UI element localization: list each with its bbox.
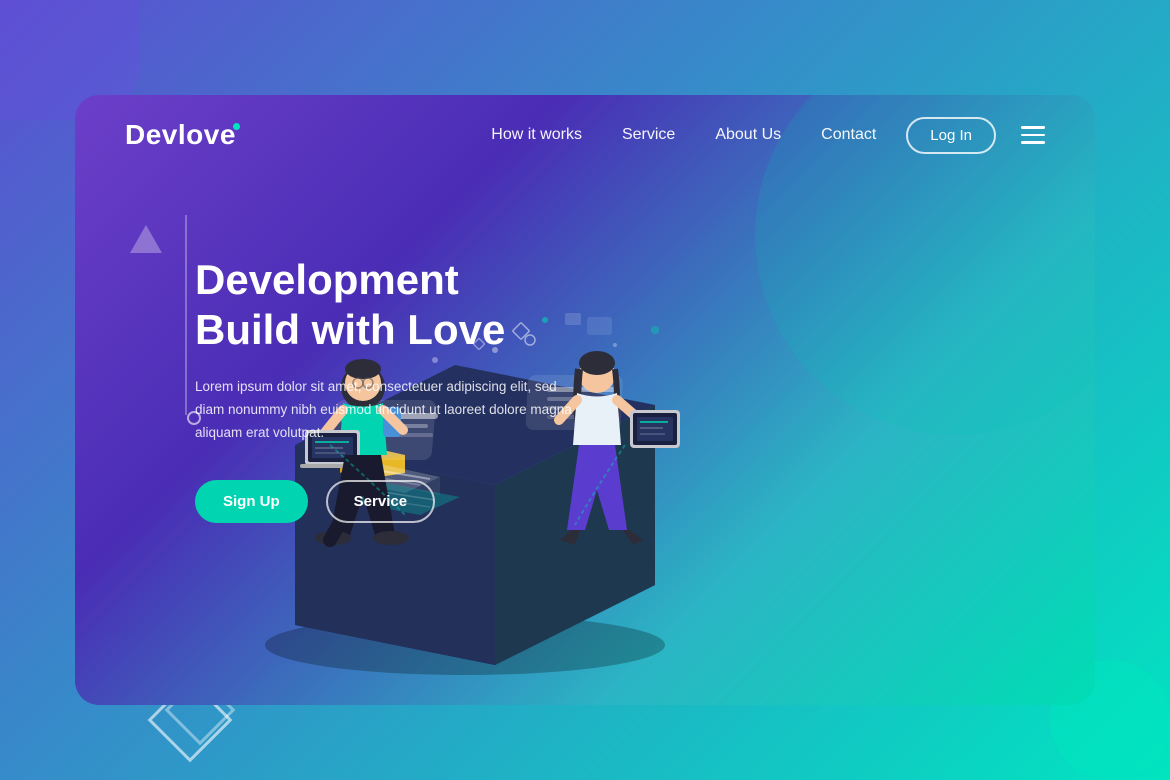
hamburger-menu[interactable] bbox=[1021, 126, 1045, 144]
hero-section: Development Build with Love Lorem ipsum … bbox=[125, 175, 1095, 705]
service-button[interactable]: Service bbox=[326, 480, 435, 523]
hero-title-line1: Development bbox=[195, 256, 459, 303]
logo-dot bbox=[233, 123, 240, 130]
login-button[interactable]: Log In bbox=[906, 117, 996, 154]
hero-description: Lorem ipsum dolor sit amet, consectetuer… bbox=[195, 376, 575, 445]
hero-buttons: Sign Up Service bbox=[195, 480, 575, 523]
nav-item-service[interactable]: Service bbox=[622, 126, 675, 144]
navbar: Devlove How it works Service About Us Co… bbox=[75, 95, 1095, 175]
menu-line-2 bbox=[1021, 134, 1045, 137]
nav-link-about-us[interactable]: About Us bbox=[715, 126, 781, 143]
nav-item-about-us[interactable]: About Us bbox=[715, 126, 781, 144]
hero-line-dot bbox=[187, 411, 201, 425]
signup-button[interactable]: Sign Up bbox=[195, 480, 308, 523]
logo[interactable]: Devlove bbox=[125, 119, 236, 151]
main-card: Devlove How it works Service About Us Co… bbox=[75, 95, 1095, 705]
logo-text: Devlove bbox=[125, 119, 236, 150]
hero-title: Development Build with Love bbox=[195, 255, 575, 356]
nav-item-contact[interactable]: Contact bbox=[821, 126, 876, 144]
menu-line-3 bbox=[1021, 141, 1045, 144]
nav-link-service[interactable]: Service bbox=[622, 126, 675, 143]
hero-content: Development Build with Love Lorem ipsum … bbox=[175, 255, 575, 523]
menu-line-1 bbox=[1021, 126, 1045, 129]
nav-links: How it works Service About Us Contact bbox=[491, 126, 876, 144]
nav-link-how-it-works[interactable]: How it works bbox=[491, 126, 582, 143]
nav-link-contact[interactable]: Contact bbox=[821, 126, 876, 143]
hero-line-decoration bbox=[185, 215, 187, 415]
hero-title-line2: Build with Love bbox=[195, 306, 505, 353]
nav-item-how-it-works[interactable]: How it works bbox=[491, 126, 582, 144]
